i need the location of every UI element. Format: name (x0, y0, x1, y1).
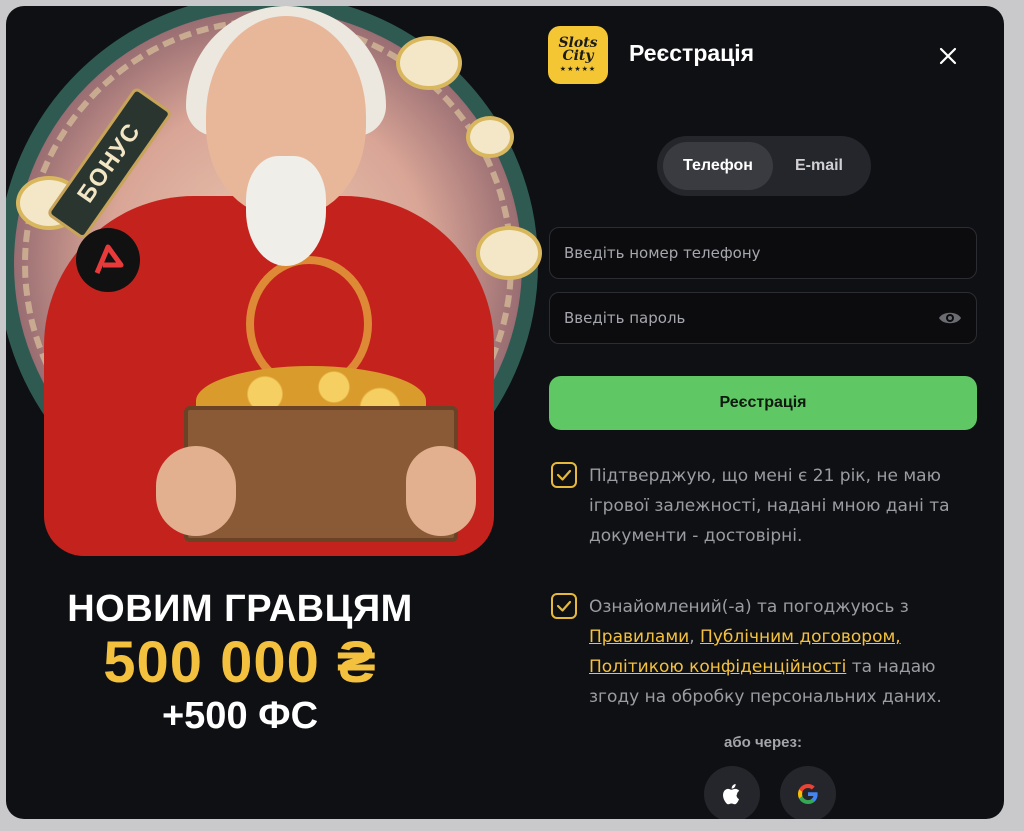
terms-consent-checkbox[interactable] (551, 593, 577, 619)
promo-banner: БОНУС НОВИМ ГРАВЦЯМ 500 000 ₴ +500 ФС (6, 6, 546, 819)
age-consent-checkbox[interactable] (551, 462, 577, 488)
promo-free-spins: +500 ФС (161, 695, 319, 737)
tab-phone[interactable]: Телефон (663, 142, 773, 190)
logo-stars: ★★★★★ (559, 65, 597, 73)
terms-consent-text: Ознайомлений(-а) та погоджуюсь з Правила… (589, 592, 985, 712)
tab-email[interactable]: E-mail (773, 142, 865, 190)
promo-text: НОВИМ ГРАВЦЯМ 500 000 ₴ +500 ФС (6, 586, 474, 738)
password-field (549, 292, 977, 344)
google-login-button[interactable] (780, 766, 836, 819)
registration-form: Slots City ★★★★★ Реєстрація Телефон E-ma… (548, 6, 1004, 819)
character-hand (406, 446, 476, 536)
age-consent-text: Підтверджую, що мені є 21 рік, не маю іг… (589, 466, 950, 546)
site-logo: Slots City ★★★★★ (548, 26, 608, 84)
cloud-ornament (396, 36, 462, 90)
close-button[interactable] (934, 42, 962, 70)
register-button[interactable]: Реєстрація (549, 376, 977, 430)
google-icon (798, 784, 818, 804)
terms-prefix: Ознайомлений(-а) та погоджуюсь з (589, 597, 909, 617)
privacy-policy-link[interactable]: Політикою конфіденційності (589, 657, 846, 677)
logo-line2: City (562, 48, 594, 64)
apple-icon (723, 784, 740, 805)
phone-field (549, 227, 977, 279)
signup-method-tabs: Телефон E-mail (657, 136, 871, 196)
promo-headline: НОВИМ ГРАВЦЯМ (67, 588, 413, 630)
promo-amount: 500 000 ₴ (103, 630, 377, 695)
close-icon (939, 47, 957, 65)
terms-sep: , (689, 627, 701, 647)
character-beard (246, 156, 326, 266)
apple-login-button[interactable] (704, 766, 760, 819)
character-hand (156, 446, 236, 536)
password-input[interactable] (550, 293, 938, 343)
public-offer-link[interactable]: Публічним договором, (700, 627, 901, 647)
rules-link[interactable]: Правилами (589, 627, 689, 647)
checkmark-icon (556, 600, 572, 612)
social-login-label: або через: (724, 734, 802, 751)
cloud-ornament (476, 226, 542, 280)
eye-icon[interactable] (938, 308, 962, 328)
provider-logo-icon (76, 228, 140, 292)
modal-title: Реєстрація (629, 40, 755, 66)
registration-modal: БОНУС НОВИМ ГРАВЦЯМ 500 000 ₴ +500 ФС Sl… (6, 6, 1004, 819)
phone-input[interactable] (550, 228, 938, 278)
cloud-ornament (466, 116, 514, 158)
checkmark-icon (556, 469, 572, 481)
